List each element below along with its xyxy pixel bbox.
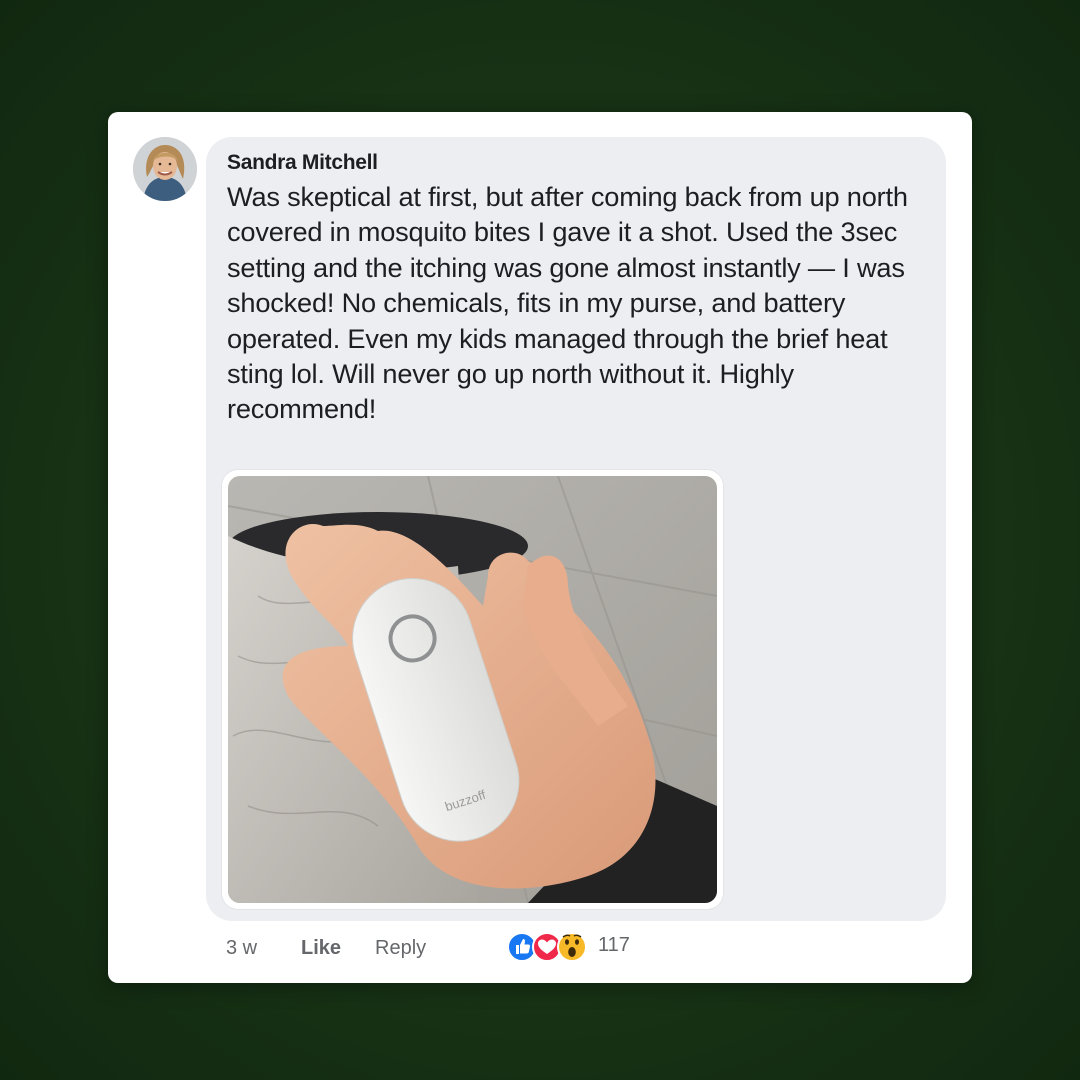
like-icon: [507, 932, 537, 962]
love-icon: [532, 932, 562, 962]
hand-holding-device-image: buzzoff: [228, 476, 717, 903]
reply-button[interactable]: Reply: [375, 937, 426, 960]
comment-timestamp[interactable]: 3 w: [226, 937, 257, 960]
comment-card: Sandra Mitchell Was skeptical at first, …: [108, 112, 972, 983]
author-name[interactable]: Sandra Mitchell: [227, 151, 378, 175]
like-button[interactable]: Like: [301, 937, 341, 960]
comment-bubble: Sandra Mitchell Was skeptical at first, …: [206, 137, 946, 921]
reaction-icons[interactable]: [507, 930, 597, 964]
comment-text: Was skeptical at first, but after coming…: [227, 181, 908, 425]
avatar-photo: [133, 137, 197, 201]
product-photo[interactable]: buzzoff: [228, 476, 717, 903]
reaction-count[interactable]: 117: [598, 934, 630, 957]
avatar[interactable]: [133, 137, 197, 201]
photo-attachment[interactable]: buzzoff: [222, 470, 723, 909]
wow-icon: [557, 932, 587, 962]
